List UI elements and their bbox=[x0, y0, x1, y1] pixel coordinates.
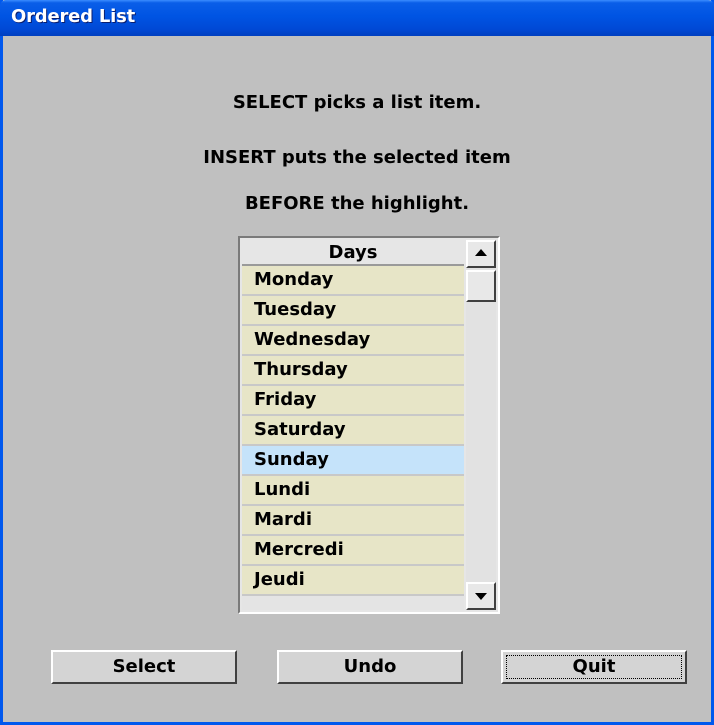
select-button-label: Select bbox=[112, 656, 176, 677]
window-title: Ordered List bbox=[11, 6, 136, 27]
vertical-scrollbar[interactable] bbox=[466, 240, 496, 610]
list-item[interactable]: Wednesday bbox=[242, 326, 464, 356]
list-item[interactable]: Monday bbox=[242, 266, 464, 296]
undo-button[interactable]: Undo bbox=[277, 650, 463, 684]
list-item[interactable]: Mardi bbox=[242, 506, 464, 536]
list-item[interactable]: Saturday bbox=[242, 416, 464, 446]
scroll-down-button[interactable] bbox=[466, 582, 496, 610]
scroll-thumb[interactable] bbox=[466, 270, 496, 302]
instruction-line-2: INSERT puts the selected item bbox=[203, 147, 511, 168]
arrow-up-icon bbox=[475, 249, 487, 256]
list-item[interactable]: Tuesday bbox=[242, 296, 464, 326]
client-area: SELECT picks a list item. INSERT puts th… bbox=[3, 36, 711, 722]
list-item[interactable]: Jeudi bbox=[242, 566, 464, 596]
undo-button-label: Undo bbox=[343, 656, 397, 677]
list-item[interactable]: Thursday bbox=[242, 356, 464, 386]
title-bar[interactable]: Ordered List bbox=[0, 0, 714, 36]
instruction-line-1: SELECT picks a list item. bbox=[232, 92, 482, 113]
scroll-up-button[interactable] bbox=[466, 240, 496, 268]
quit-button-label: Quit bbox=[572, 656, 616, 677]
arrow-down-icon bbox=[475, 593, 487, 600]
list-header: Days bbox=[242, 240, 464, 266]
list-item-selected[interactable]: Sunday bbox=[242, 446, 464, 476]
ordered-list-window: Ordered List SELECT picks a list item. I… bbox=[0, 0, 714, 725]
list-item[interactable]: Lundi bbox=[242, 476, 464, 506]
days-listbox[interactable]: Days Monday Tuesday Wednesday Thursday F… bbox=[238, 236, 500, 614]
select-button[interactable]: Select bbox=[51, 650, 237, 684]
list-area: Days Monday Tuesday Wednesday Thursday F… bbox=[242, 240, 464, 610]
instruction-line-3: BEFORE the highlight. bbox=[244, 193, 470, 214]
list-item[interactable]: Mercredi bbox=[242, 536, 464, 566]
list-item[interactable]: Friday bbox=[242, 386, 464, 416]
quit-button[interactable]: Quit bbox=[501, 650, 687, 684]
